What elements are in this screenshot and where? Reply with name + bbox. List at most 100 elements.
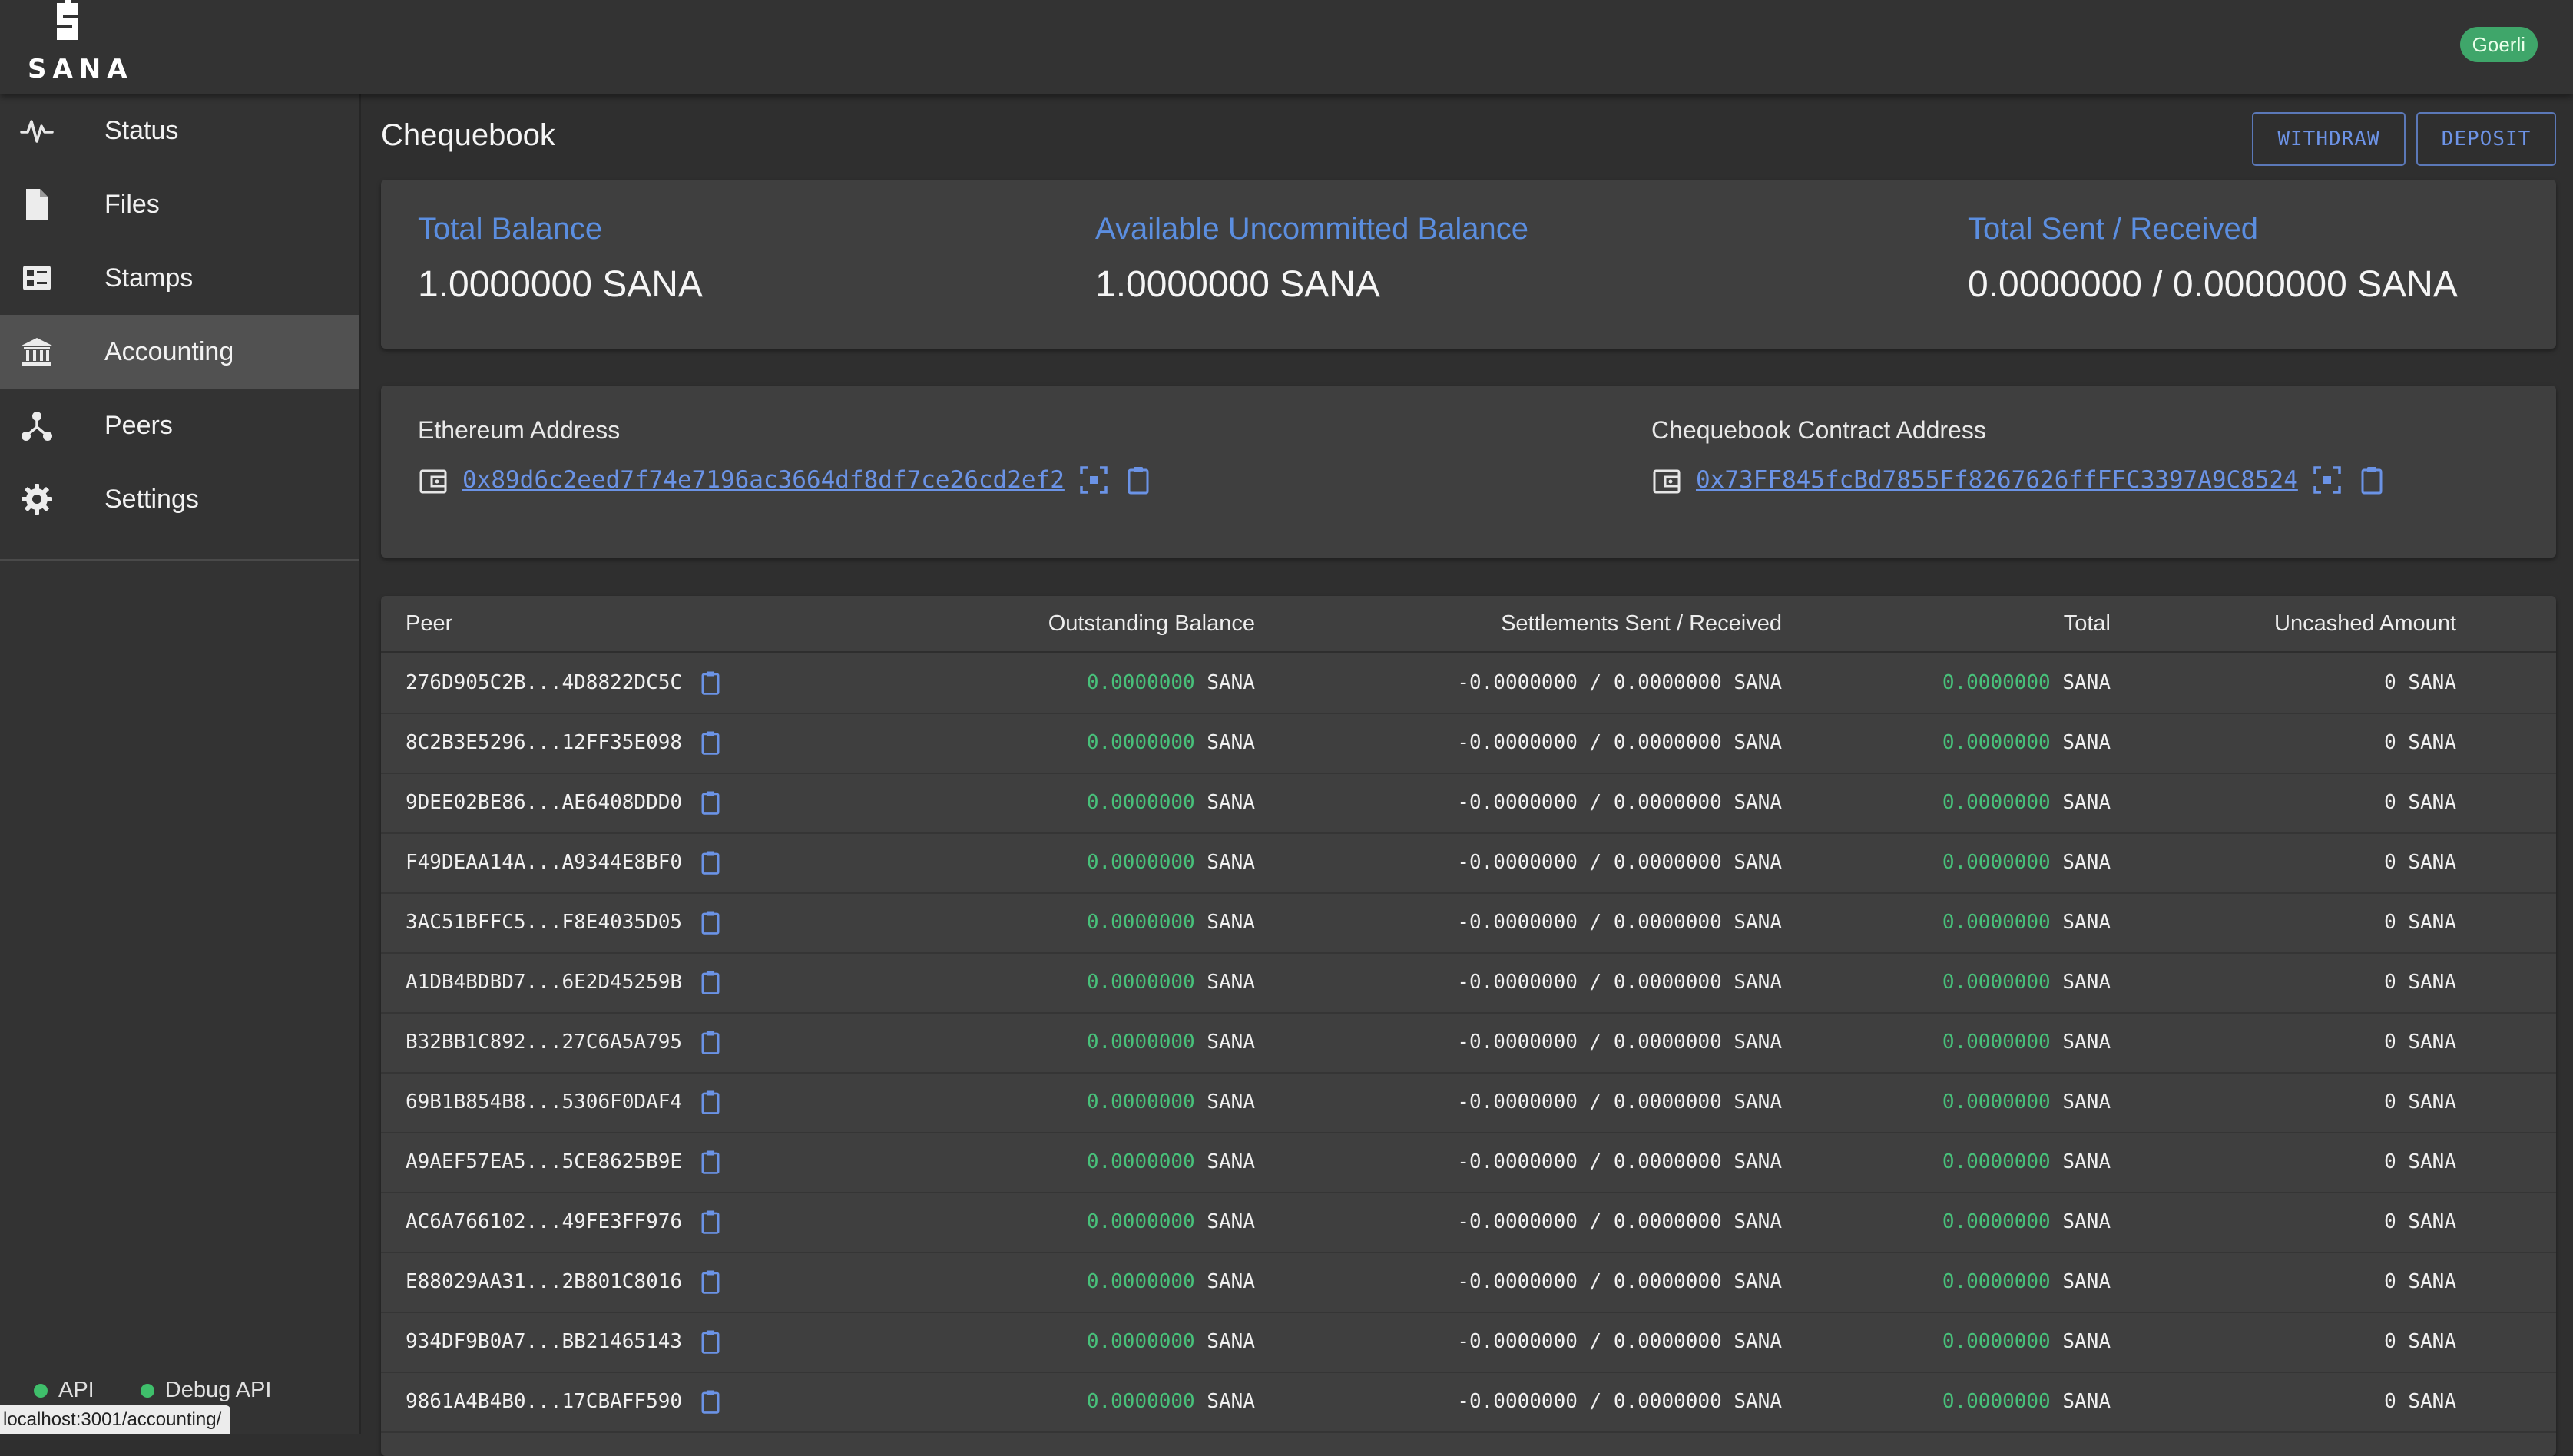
total-cell-value: 0.0000000 [1942,1330,2051,1353]
ethereum-address-link[interactable]: 0x89d6c2eed7f74e7196ac3664df8df7ce26cd2e… [462,466,1065,494]
table-row: 276D905C2B...4D8822DC5C 0.0000000 SANA -0.… [381,653,2556,714]
settlements-cell-value: -0.0000000 / 0.0000000 [1457,1270,1722,1293]
uncashed-amount-cell-value: 0 [2384,1390,2396,1413]
uncashed-amount-cell-unit: SANA [2408,1270,2456,1293]
settlements-cell-value: -0.0000000 / 0.0000000 [1457,1390,1722,1413]
sidebar-item-label: Stamps [104,263,194,293]
total-cell-value: 0.0000000 [1942,791,2051,814]
settlements-cell-value: -0.0000000 / 0.0000000 [1457,671,1722,694]
uncashed-amount-cell-unit: SANA [2408,731,2456,754]
table-row: A9AEF57EA5...5CE8625B9E 0.0000000 SANA -0.… [381,1132,2556,1193]
copy-clipboard-icon[interactable] [697,1269,724,1295]
uncashed-amount-cell: 0 SANA [2072,713,2456,773]
available-balance-value: 1.0000000 SANA [1095,264,1380,305]
settlements-cell-value: -0.0000000 / 0.0000000 [1457,1330,1722,1353]
column-header-peer: Peer [406,611,453,636]
table-row: F49DEAA14A...A9344E8BF0 0.0000000 SANA -0.… [381,832,2556,894]
uncashed-amount-cell: 0 SANA [2072,653,2456,713]
settlements-cell: -0.0000000 / 0.0000000 SANA [1167,832,1782,892]
total-cell: 0.0000000 SANA [1727,713,2111,773]
copy-clipboard-icon[interactable] [697,1089,724,1115]
page-title: Chequebook [381,118,555,152]
copy-clipboard-icon[interactable] [697,1149,724,1175]
copy-clipboard-icon[interactable] [697,730,724,756]
api-status: API Debug API [34,1378,271,1403]
debug-api-status-item[interactable]: Debug API [140,1378,271,1403]
settlements-cell-value: -0.0000000 / 0.0000000 [1457,731,1722,754]
uncashed-amount-cell-value: 0 [2384,1270,2396,1293]
sidebar-item-label: Accounting [104,336,234,366]
settlements-cell-value: -0.0000000 / 0.0000000 [1457,791,1722,814]
peer-cell: 9861A4B4B0...17CBAFF590 [406,1372,724,1431]
sent-received-value: 0.0000000 / 0.0000000 SANA [1968,264,2458,305]
uncashed-amount-cell: 0 SANA [2072,1192,2456,1252]
status-dot-icon [34,1383,48,1398]
peer-id: B32BB1C892...27C6A5A795 [406,1031,683,1054]
total-cell-value: 0.0000000 [1942,731,2051,754]
uncashed-amount-cell-value: 0 [2384,791,2396,814]
table-row: 934DF9B0A7...BB21465143 0.0000000 SANA -0.… [381,1312,2556,1373]
uncashed-amount-cell-value: 0 [2384,1031,2396,1054]
total-cell-value: 0.0000000 [1942,671,2051,694]
contract-address-link[interactable]: 0x73FF845fcBd7855Ff8267626ffFFC3397A9C85… [1696,466,2298,494]
copy-clipboard-icon[interactable] [697,1209,724,1235]
copy-clipboard-icon[interactable] [697,969,724,995]
copy-clipboard-icon[interactable] [697,670,724,696]
qr-scan-icon[interactable] [2312,465,2343,495]
table-row: 8C2B3E5296...12FF35E098 0.0000000 SANA -0.… [381,713,2556,774]
balance-card: Total Balance 1.0000000 SANA Available U… [381,180,2556,349]
copy-clipboard-icon[interactable] [1123,465,1154,495]
uncashed-amount-cell: 0 SANA [2072,1252,2456,1312]
uncashed-amount-cell: 0 SANA [2072,892,2456,952]
peers-balance-table: Peer Outstanding Balance Settlements Sen… [381,596,2556,1456]
sidebar-item-settings[interactable]: Settings [0,462,359,536]
peer-cell: 69B1B854B8...5306F0DAF4 [406,1072,724,1132]
table-row: 69B1B854B8...5306F0DAF4 0.0000000 SANA -0.… [381,1072,2556,1133]
api-status-item[interactable]: API [34,1378,94,1403]
total-cell: 0.0000000 SANA [1727,1132,2111,1192]
sidebar-item-peers[interactable]: Peers [0,389,359,462]
peer-id: F49DEAA14A...A9344E8BF0 [406,851,683,874]
uncashed-amount-cell-unit: SANA [2408,671,2456,694]
app-logo[interactable]: SANA [28,0,127,91]
contract-address: Chequebook Contract Address 0x73FF845fcB… [1651,416,2387,495]
peer-id: 9DEE02BE86...AE6408DDD0 [406,791,683,814]
activity-icon [20,120,54,143]
deposit-button[interactable]: DEPOSIT [2416,112,2556,166]
total-cell: 0.0000000 SANA [1727,1012,2111,1072]
uncashed-amount-cell: 0 SANA [2072,1132,2456,1192]
copy-clipboard-icon[interactable] [697,789,724,816]
peer-cell: F49DEAA14A...A9344E8BF0 [406,832,724,892]
sidebar-item-accounting[interactable]: Accounting [0,315,359,389]
peer-id: E88029AA31...2B801C8016 [406,1270,683,1293]
peer-cell: A9AEF57EA5...5CE8625B9E [406,1132,724,1192]
copy-clipboard-icon[interactable] [697,849,724,875]
sidebar-item-files[interactable]: Files [0,167,359,241]
uncashed-amount-cell-value: 0 [2384,971,2396,994]
uncashed-amount-cell: 0 SANA [2072,773,2456,832]
settlements-cell-value: -0.0000000 / 0.0000000 [1457,1210,1722,1233]
withdraw-button[interactable]: WITHDRAW [2252,112,2406,166]
settlements-cell: -0.0000000 / 0.0000000 SANA [1167,1372,1782,1431]
total-cell: 0.0000000 SANA [1727,1072,2111,1132]
total-balance-label: Total Balance [418,212,603,246]
sidebar-item-label: Status [104,115,179,145]
status-bar-url: localhost:3001/accounting/ [0,1405,231,1434]
copy-clipboard-icon[interactable] [697,1329,724,1355]
uncashed-amount-cell-value: 0 [2384,731,2396,754]
total-cell: 0.0000000 SANA [1727,1312,2111,1372]
column-header-total: Total [2063,611,2111,636]
qr-scan-icon[interactable] [1078,465,1109,495]
copy-clipboard-icon[interactable] [2356,465,2387,495]
copy-clipboard-icon[interactable] [697,1029,724,1055]
uncashed-amount-cell-value: 0 [2384,1150,2396,1173]
peer-id: A9AEF57EA5...5CE8625B9E [406,1150,683,1173]
copy-clipboard-icon[interactable] [697,909,724,935]
table-row: 3AC51BFFC5...F8E4035D05 0.0000000 SANA -0.… [381,892,2556,954]
sidebar-item-stamps[interactable]: Stamps [0,241,359,315]
uncashed-amount-cell-value: 0 [2384,1210,2396,1233]
sidebar-item-status[interactable]: Status [0,94,359,167]
total-cell-value: 0.0000000 [1942,911,2051,934]
copy-clipboard-icon[interactable] [697,1388,724,1415]
total-cell-value: 0.0000000 [1942,1031,2051,1054]
